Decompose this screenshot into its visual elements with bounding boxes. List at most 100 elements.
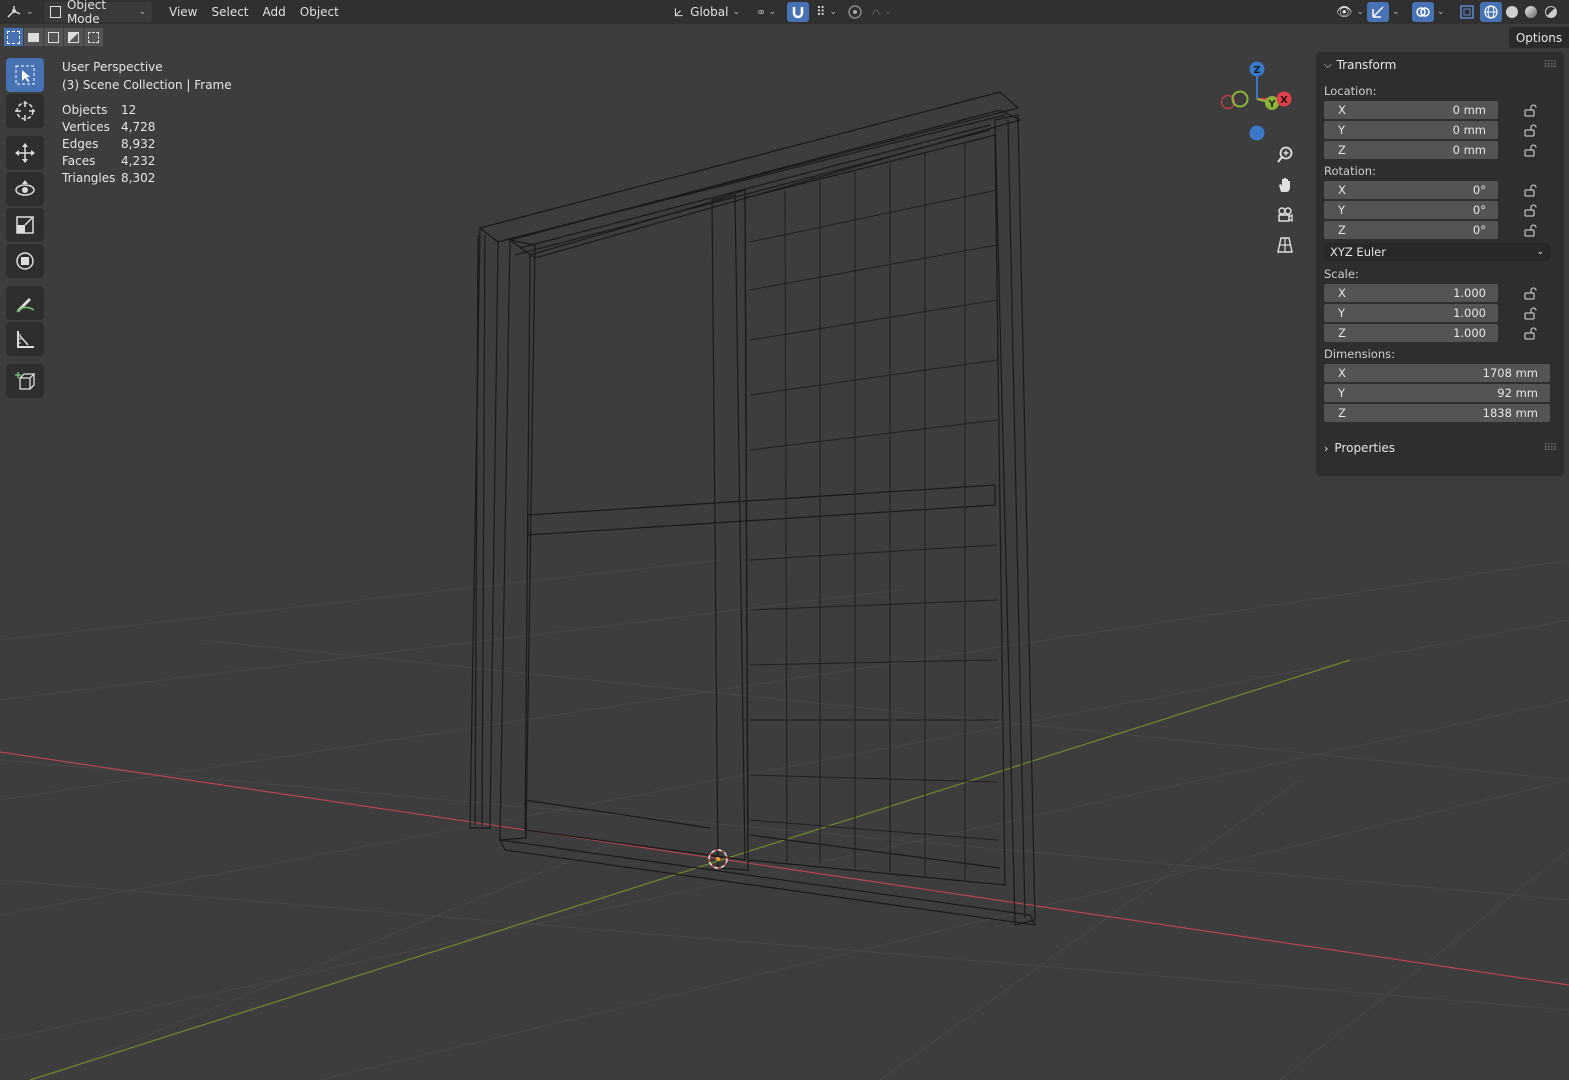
tool-cursor[interactable] [6,94,44,128]
chevron-right-icon: › [1324,441,1329,455]
tool-transform[interactable] [6,244,44,278]
chevron-down-icon: ⌄ [884,7,892,17]
lock-rotation-x-toggle[interactable] [1520,181,1540,199]
shading-rendered-button[interactable] [1540,2,1562,22]
tool-scale[interactable] [6,208,44,242]
overlays-icon [1416,7,1430,17]
shading-wireframe-button[interactable] [1480,2,1502,22]
location-y-field[interactable]: Y 0 mm [1324,121,1498,139]
unlock-icon [1524,223,1537,237]
lock-rotation-z-toggle[interactable] [1520,221,1540,239]
rotation-z-field[interactable]: Z 0° [1324,221,1498,239]
tool-select-box[interactable] [6,58,44,92]
rotation-y-field[interactable]: Y 0° [1324,201,1498,219]
field-value: 1.000 [1453,306,1486,320]
lock-scale-z-toggle[interactable] [1520,324,1540,342]
snap-grid-icon: ⠿ [816,4,826,20]
lock-rotation-y-toggle[interactable] [1520,201,1540,219]
select-subtract-button[interactable] [44,28,63,46]
navigation-gizmo[interactable]: Z Y X [1218,58,1298,144]
select-extend-icon [28,32,39,42]
lock-location-y-toggle[interactable] [1520,121,1540,139]
snap-toggle[interactable] [787,2,809,22]
select-new-button[interactable] [4,28,23,46]
perspective-toggle-button[interactable] [1272,232,1298,258]
proportional-edit-toggle[interactable] [844,2,866,22]
select-extend-button[interactable] [24,28,43,46]
window-frame-wireframe[interactable] [469,91,1037,926]
falloff-dropdown[interactable]: ⌄ [866,2,898,22]
rotation-x-field[interactable]: X 0° [1324,181,1498,199]
options-button[interactable]: Options [1509,27,1569,48]
lock-location-x-toggle[interactable] [1520,101,1540,119]
field-value: 1708 mm [1482,366,1538,380]
floor-grid [0,559,1569,1080]
snap-target-dropdown[interactable]: ⠿ ⌄ [810,2,840,22]
gizmo-x-label: X [1280,95,1288,106]
lock-scale-y-toggle[interactable] [1520,304,1540,322]
field-value: 0 mm [1452,123,1486,137]
gizmo-icon [1372,6,1384,18]
menu-add[interactable]: Add [256,2,293,22]
zoom-button[interactable] [1272,142,1298,168]
tool-move[interactable] [6,136,44,170]
shading-material-button[interactable] [1520,2,1542,22]
dimensions-z-field[interactable]: Z 1838 mm [1324,404,1550,422]
editor-type-button[interactable]: ⌄ [0,2,40,22]
axis-label: Y [1338,123,1346,137]
rotation-mode-label: XYZ Euler [1330,245,1386,259]
dimensions-x-field[interactable]: X 1708 mm [1324,364,1550,382]
object-mode-icon [50,6,61,18]
scale-x-field[interactable]: X 1.000 [1324,284,1498,302]
xray-toggle[interactable] [1456,2,1478,22]
tool-rotate[interactable] [6,172,44,206]
measure-icon [17,331,34,348]
select-intersect-button[interactable] [84,28,103,46]
tool-measure[interactable] [6,322,44,356]
field-value: 92 mm [1497,386,1538,400]
menu-view[interactable]: View [162,2,204,22]
drag-handle-icon[interactable]: ⠿⠿ [1543,60,1557,71]
tool-annotate[interactable] [6,286,44,320]
mode-label: Object Mode [66,0,107,26]
gizmo-dropdown-chevron[interactable]: ⌄ [1392,7,1400,17]
lock-location-z-toggle[interactable] [1520,141,1540,159]
location-y-row: Y 0 mm [1324,120,1564,140]
location-x-field[interactable]: X 0 mm [1324,101,1498,119]
window-pane-grid [749,144,998,880]
stat-value: 4,232 [121,154,156,168]
object-visibility-dropdown[interactable]: 👁 ⌄ [1330,2,1364,22]
material-sphere-icon [1525,6,1537,18]
gizmo-y-label: Y [1267,99,1276,110]
transform-orientation-dropdown[interactable]: Global ⌄ [668,2,746,22]
menu-select[interactable]: Select [204,2,255,22]
stat-value: 4,728 [121,120,156,134]
camera-view-button[interactable] [1272,202,1298,228]
viewport-header: ⌄ Object Mode ⌄ View Select Add Object G… [0,0,1569,26]
pivot-point-dropdown[interactable]: ⌄ [752,2,782,22]
mode-dropdown[interactable]: Object Mode ⌄ [44,0,152,26]
select-invert-button[interactable] [64,28,83,46]
scale-y-row: Y 1.000 [1324,303,1564,323]
field-value: 0° [1472,203,1486,217]
drag-handle-icon[interactable]: ⠿⠿ [1543,443,1557,454]
scale-y-field[interactable]: Y 1.000 [1324,304,1498,322]
rotation-mode-dropdown[interactable]: XYZ Euler ⌄ [1324,243,1550,261]
location-z-field[interactable]: Z 0 mm [1324,141,1498,159]
scale-z-field[interactable]: Z 1.000 [1324,324,1498,342]
overlays-dropdown-chevron[interactable]: ⌄ [1437,7,1445,17]
rotation-label: Rotation: [1324,164,1376,178]
overlays-toggle[interactable] [1412,2,1434,22]
lock-scale-x-toggle[interactable] [1520,284,1540,302]
menu-object[interactable]: Object [293,2,346,22]
gizmo-toggle[interactable] [1367,2,1389,22]
gizmo-neg-z[interactable] [1249,125,1265,141]
stat-value: 8,932 [121,137,156,151]
properties-panel-header[interactable]: › Properties ⠿⠿ [1316,435,1564,461]
pan-button[interactable] [1272,172,1298,198]
dimensions-y-field[interactable]: Y 92 mm [1324,384,1550,402]
axis-label: Z [1338,223,1346,237]
gizmo-z-label: Z [1253,65,1260,76]
tool-add-cube[interactable] [6,364,44,398]
transform-panel-header[interactable]: ⌵ Transform ⠿⠿ [1316,52,1564,78]
